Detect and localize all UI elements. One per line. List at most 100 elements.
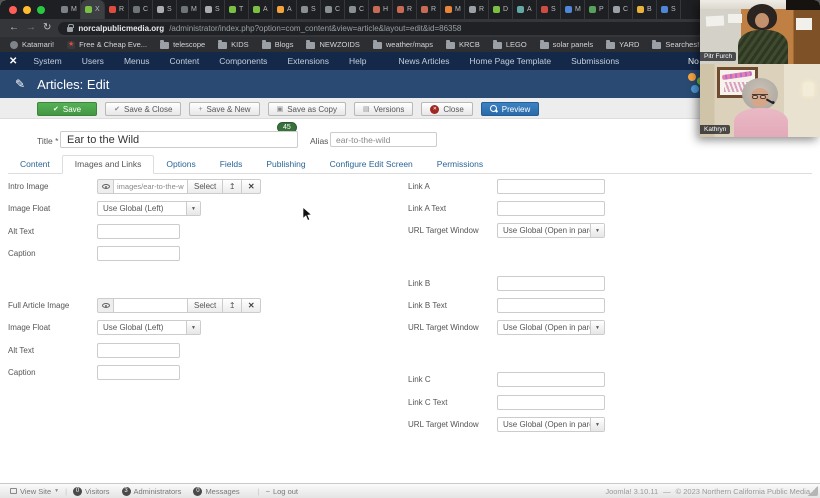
- browser-tab[interactable]: C: [609, 0, 633, 19]
- intro-image-select-button[interactable]: Select: [188, 179, 223, 194]
- browser-tab[interactable]: R: [105, 0, 129, 19]
- tab-images-and-links[interactable]: Images and Links: [62, 155, 155, 174]
- browser-tab[interactable]: A: [249, 0, 273, 19]
- admin-menu-item[interactable]: Content: [159, 56, 209, 66]
- browser-tab[interactable]: S: [297, 0, 321, 19]
- browser-tab[interactable]: M: [441, 0, 465, 19]
- admin-menu-item[interactable]: System: [23, 56, 71, 66]
- toolbar-button[interactable]: ✔ Save: [37, 102, 97, 116]
- preview-eye-button[interactable]: [97, 179, 114, 194]
- toolbar-button[interactable]: ✕ Close: [421, 102, 472, 116]
- admin-menu-item[interactable]: Menus: [114, 56, 160, 66]
- alias-input[interactable]: [330, 132, 437, 147]
- alt-text-input-2[interactable]: [97, 343, 180, 358]
- alt-text-input-1[interactable]: [97, 224, 180, 239]
- bookmark-item[interactable]: LEGO: [493, 40, 527, 49]
- browser-tab[interactable]: T: [225, 0, 249, 19]
- toolbar-button[interactable]: ✔ Save & Close: [105, 102, 181, 116]
- browser-tab[interactable]: C: [345, 0, 369, 19]
- tab-publishing[interactable]: Publishing: [254, 156, 317, 173]
- admin-menu-item[interactable]: News Articles: [389, 56, 460, 66]
- bookmark-item[interactable]: solar panels: [540, 40, 593, 49]
- browser-tab[interactable]: X: [81, 0, 105, 19]
- caption-input-2[interactable]: [97, 365, 180, 380]
- browser-tab[interactable]: S: [537, 0, 561, 19]
- participant-video-2[interactable]: Kathryn: [700, 64, 820, 137]
- full-image-select-button[interactable]: Select: [188, 298, 223, 313]
- status-stat-item[interactable]: 0 Messages: [193, 487, 239, 496]
- url-target-select-a[interactable]: Use Global (Open in parent w... ▼: [497, 223, 605, 238]
- admin-menu-item[interactable]: Users: [72, 56, 114, 66]
- browser-tab[interactable]: S: [153, 0, 177, 19]
- bookmark-item[interactable]: Blogs: [262, 40, 294, 49]
- browser-tab[interactable]: B: [633, 0, 657, 19]
- browser-tab[interactable]: A: [513, 0, 537, 19]
- admin-menu-item[interactable]: Components: [209, 56, 277, 66]
- reload-icon[interactable]: ↻: [43, 23, 51, 33]
- link-a-text-input[interactable]: [497, 201, 605, 216]
- image-float-select-2[interactable]: Use Global (Left) ▼: [97, 320, 201, 335]
- url-target-select-c[interactable]: Use Global (Open in parent w... ▼: [497, 417, 605, 432]
- admin-menu-item[interactable]: Home Page Template: [460, 56, 562, 66]
- bookmark-item[interactable]: KIDS: [218, 40, 249, 49]
- status-stat-item[interactable]: 0 Visitors: [73, 487, 109, 496]
- caption-input-1[interactable]: [97, 246, 180, 261]
- toolbar-button[interactable]: ▣ Save as Copy: [268, 102, 346, 116]
- link-b-input[interactable]: [497, 276, 605, 291]
- title-input[interactable]: [60, 131, 298, 148]
- browser-tab[interactable]: R: [417, 0, 441, 19]
- browser-tab[interactable]: R: [465, 0, 489, 19]
- intro-image-upload-button[interactable]: ↥: [223, 179, 242, 194]
- browser-tab[interactable]: A: [273, 0, 297, 19]
- status-stat-item[interactable]: 3 Administrators: [122, 487, 182, 496]
- participant-video-1[interactable]: Pitr Furch: [700, 0, 820, 64]
- url-field[interactable]: norcalpublicmedia.org /administrator/ind…: [58, 22, 703, 35]
- view-site-button[interactable]: View Site ▼: [10, 487, 59, 496]
- browser-tab[interactable]: R: [393, 0, 417, 19]
- tab-options[interactable]: Options: [154, 156, 207, 173]
- full-image-input[interactable]: [114, 298, 188, 313]
- forward-icon[interactable]: →: [26, 23, 36, 33]
- intro-image-input[interactable]: [114, 179, 188, 194]
- bookmark-item[interactable]: telescope: [160, 40, 205, 49]
- tab-fields[interactable]: Fields: [208, 156, 255, 173]
- bookmark-item[interactable]: KRCB: [446, 40, 480, 49]
- link-c-text-input[interactable]: [497, 395, 605, 410]
- link-c-input[interactable]: [497, 372, 605, 387]
- browser-tab[interactable]: S: [201, 0, 225, 19]
- bookmark-item[interactable]: YARD: [606, 40, 639, 49]
- zoom-window-button[interactable]: [37, 6, 45, 14]
- preview-eye-button-2[interactable]: [97, 298, 114, 313]
- toolbar-button[interactable]: ▤ Versions: [354, 102, 413, 116]
- full-image-clear-button[interactable]: ✕: [242, 298, 261, 313]
- tab-content[interactable]: Content: [8, 156, 62, 173]
- back-icon[interactable]: ←: [9, 23, 19, 33]
- browser-tab[interactable]: M: [177, 0, 201, 19]
- bookmark-item[interactable]: Free & Cheap Eve...: [67, 40, 147, 49]
- admin-menu-item[interactable]: Help: [339, 56, 376, 66]
- link-a-input[interactable]: [497, 179, 605, 194]
- tab-permissions[interactable]: Permissions: [425, 156, 495, 173]
- full-image-upload-button[interactable]: ↥: [223, 298, 242, 313]
- bookmark-item[interactable]: NEWZOIDS: [306, 40, 359, 49]
- bookmark-item[interactable]: Katamari!: [10, 40, 54, 49]
- close-window-button[interactable]: [9, 6, 17, 14]
- image-float-select-1[interactable]: Use Global (Left) ▼: [97, 201, 201, 216]
- minimize-window-button[interactable]: [23, 6, 31, 14]
- browser-tab[interactable]: D: [489, 0, 513, 19]
- bookmark-item[interactable]: Searches!: [652, 40, 699, 49]
- browser-tab[interactable]: S: [657, 0, 681, 19]
- browser-tab[interactable]: H: [369, 0, 393, 19]
- admin-menu-item[interactable]: Submissions: [561, 56, 629, 66]
- browser-tab[interactable]: C: [321, 0, 345, 19]
- browser-tab[interactable]: C: [129, 0, 153, 19]
- browser-tab[interactable]: P: [585, 0, 609, 19]
- bookmark-item[interactable]: weather/maps: [373, 40, 433, 49]
- url-target-select-b[interactable]: Use Global (Open in parent w... ▼: [497, 320, 605, 335]
- tab-configure-edit-screen[interactable]: Configure Edit Screen: [318, 156, 425, 173]
- browser-tab[interactable]: M: [561, 0, 585, 19]
- browser-tab[interactable]: M: [57, 0, 81, 19]
- intro-image-clear-button[interactable]: ✕: [242, 179, 261, 194]
- logout-button[interactable]: − Log out: [266, 487, 298, 496]
- admin-menu-item[interactable]: Extensions: [277, 56, 339, 66]
